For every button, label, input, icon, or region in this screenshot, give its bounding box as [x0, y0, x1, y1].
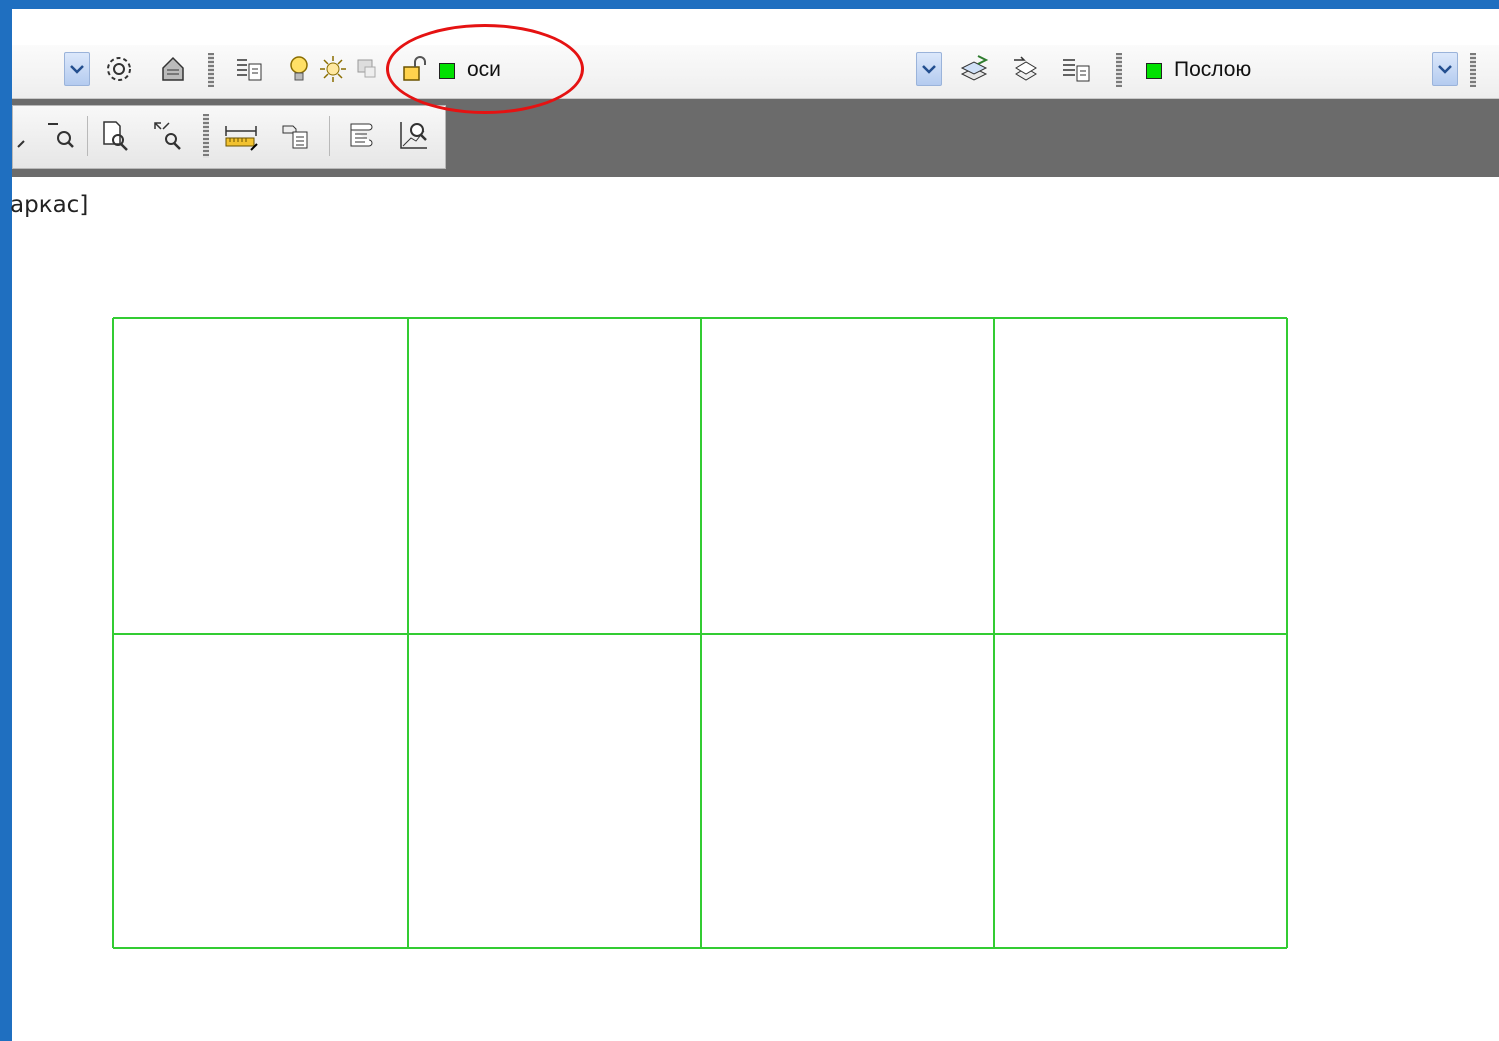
drawing-canvas[interactable]	[0, 0, 1499, 1041]
annotation-highlight-ellipse	[386, 24, 584, 114]
axis-grid	[112, 317, 1288, 949]
